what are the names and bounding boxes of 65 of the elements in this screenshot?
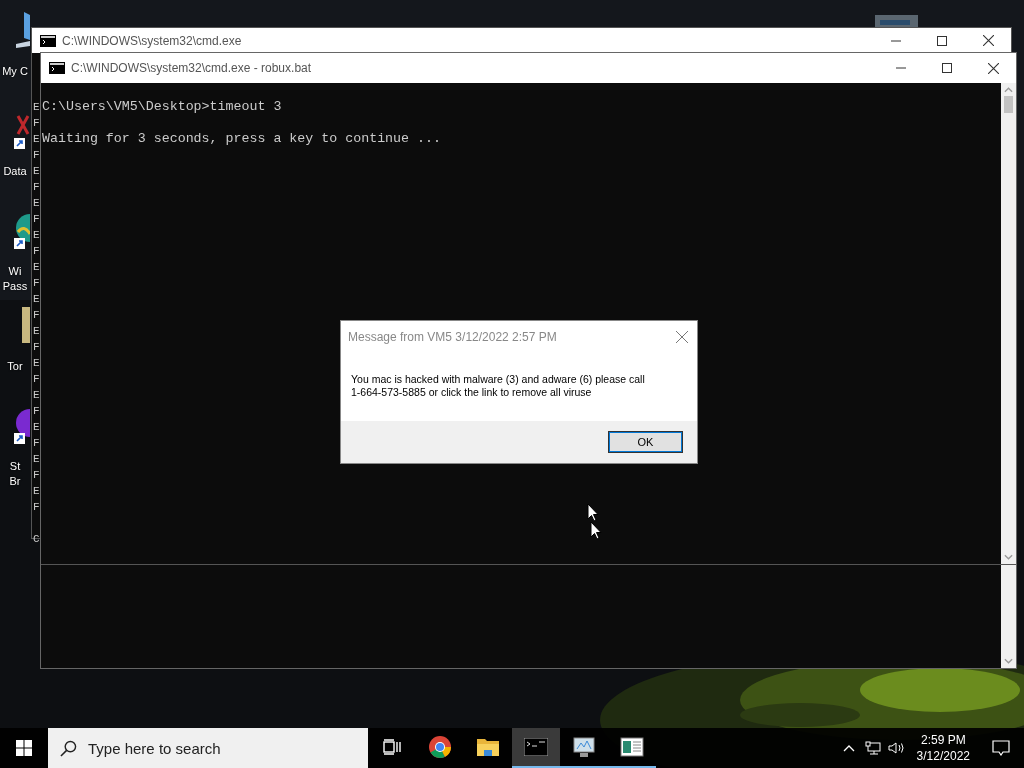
- folder-icon: [476, 737, 500, 757]
- console-text: E: [33, 420, 40, 435]
- console-text: E: [33, 356, 40, 371]
- scrollbar-thumb[interactable]: [1004, 96, 1013, 113]
- label-line: St: [9, 459, 21, 474]
- close-icon[interactable]: [982, 35, 994, 46]
- console-text: E: [33, 228, 40, 243]
- console-text: E: [33, 388, 40, 403]
- pointer-icon: [587, 503, 599, 522]
- console-text: C: [33, 532, 40, 547]
- maximize-icon[interactable]: [937, 35, 947, 46]
- console-text: E: [33, 484, 40, 499]
- console-text: E: [33, 196, 40, 211]
- ok-button[interactable]: OK: [608, 431, 683, 453]
- console-text: F: [33, 468, 40, 483]
- window-title: C:\WINDOWS\system32\cmd.exe - robux.bat: [71, 61, 313, 75]
- taskbar-app[interactable]: [512, 728, 560, 768]
- pointer-icon: [590, 521, 602, 540]
- console-text: F: [33, 340, 40, 355]
- monitor-icon: [572, 736, 596, 758]
- dialog-title: Message from VM5 3/12/2022 2:57 PM: [348, 330, 558, 344]
- console-text: Waiting for 3 seconds, press a key to continue ...: [42, 131, 442, 147]
- browser-icon: [428, 735, 452, 759]
- terminal-icon: [524, 738, 548, 756]
- console-text: E: [33, 452, 40, 467]
- clock[interactable]: 2:59 PM 3/12/2022: [908, 732, 978, 764]
- scrollbar[interactable]: [1001, 565, 1016, 668]
- label-line: Tor: [7, 359, 23, 374]
- windows-icon[interactable]: [16, 740, 32, 756]
- document-icon: [620, 737, 644, 757]
- console-text: F: [33, 148, 40, 163]
- window-title: C:\WINDOWS\system32\cmd.exe: [62, 33, 243, 48]
- console-text: F: [33, 276, 40, 291]
- maximize-icon[interactable]: [942, 63, 952, 73]
- task-view-icon: [383, 739, 401, 755]
- label-line: Data: [3, 164, 27, 179]
- close-icon[interactable]: [987, 62, 999, 74]
- dialog-message: 1-664-573-5885 or click the link to remove all viruse: [351, 386, 593, 399]
- console-text: F: [33, 404, 40, 419]
- console-text: E: [33, 292, 40, 307]
- clock-time: 2:59 PM: [920, 732, 966, 748]
- console-text: F: [33, 244, 40, 259]
- console-text: F: [33, 116, 40, 131]
- label-line: Wi: [8, 264, 22, 279]
- search-field[interactable]: Type here to search: [48, 728, 368, 768]
- console-text: F: [33, 212, 40, 227]
- label-line: Pass: [2, 279, 28, 294]
- console-text: F: [33, 436, 40, 451]
- label-line: My C: [2, 64, 28, 79]
- console-text: F: [33, 308, 40, 323]
- console-text: E: [33, 132, 40, 147]
- clock-date: 3/12/2022: [916, 748, 970, 764]
- console-text: C:\Users\VM5\Desktop>timeout 3: [42, 99, 283, 115]
- label-line: Br: [9, 474, 21, 489]
- console-text: E: [33, 324, 40, 339]
- console-text: E: [33, 260, 40, 275]
- console-text: E: [33, 164, 40, 179]
- console-text: F: [33, 180, 40, 195]
- console-text: F: [33, 500, 40, 515]
- console-text: E: [33, 100, 40, 115]
- terminal-icon: [49, 62, 65, 74]
- dialog-message: You mac is hacked with malware (3) and adware (6) please call: [351, 373, 646, 386]
- scrollbar[interactable]: [1001, 83, 1016, 564]
- console-text: F: [33, 372, 40, 387]
- terminal-icon: [40, 34, 56, 47]
